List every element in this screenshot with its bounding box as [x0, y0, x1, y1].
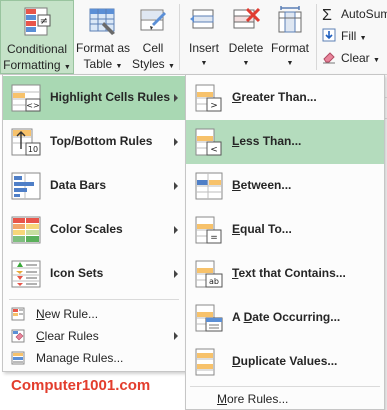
menu-item-clear-rules[interactable]: Clear Rules: [3, 325, 185, 347]
svg-text:ab: ab: [209, 277, 219, 286]
duplicate-values-icon: [195, 348, 215, 376]
format-dropdown-icon: ▼: [286, 60, 294, 67]
submenu-arrow-icon: [174, 138, 178, 146]
equal-to-icon: =: [195, 216, 222, 244]
svg-text:≠: ≠: [40, 16, 48, 27]
insert-button[interactable]: Insert ▼: [184, 0, 224, 74]
ribbon-separator: [179, 4, 180, 70]
dropdown-arrow-icon: ▼: [63, 64, 71, 71]
svg-text:10: 10: [28, 145, 38, 154]
cell-styles-label-2: Styles ▼: [132, 57, 175, 71]
format-as-table-label-1: Format as: [76, 41, 131, 55]
format-as-table-icon: [89, 8, 115, 35]
data-bars-icon: [11, 172, 41, 200]
submenu-arrow-icon: [174, 94, 178, 102]
new-rule-icon: [11, 307, 25, 321]
svg-text:<>: <>: [26, 101, 39, 110]
between-icon: [195, 172, 223, 200]
dropdown-arrow-icon: ▼: [373, 57, 380, 64]
autosum-icon: Σ: [322, 7, 332, 24]
dropdown-arrow-icon: ▼: [359, 35, 367, 42]
format-as-table-button[interactable]: Format as Table ▼: [76, 0, 130, 74]
menu-divider: [9, 299, 179, 300]
less-than-icon: <: [195, 128, 222, 156]
submenu-arrow-icon: [174, 226, 178, 234]
submenu-arrow-icon: [174, 332, 178, 340]
submenu-item-more-rules[interactable]: More Rules...: [186, 388, 384, 410]
menu-item-top-bottom-rules[interactable]: 10 Top/Bottom Rules: [3, 120, 185, 164]
format-as-table-label-2: Table ▼: [83, 57, 123, 71]
insert-cells-icon: [190, 9, 214, 29]
format-cells-icon: [278, 6, 302, 33]
svg-text:>: >: [210, 101, 218, 111]
date-occurring-icon: [195, 304, 223, 332]
cell-styles-icon: [140, 9, 166, 31]
highlight-cells-submenu: > Greater Than... < Less Than... Between…: [185, 74, 385, 410]
icon-sets-icon: [11, 260, 41, 288]
delete-button[interactable]: Delete ▼: [226, 0, 266, 74]
autosum-button[interactable]: Σ AutoSum: [322, 4, 387, 24]
submenu-item-date-occurring[interactable]: A Date Occurring...: [186, 296, 384, 340]
submenu-item-duplicate-values[interactable]: Duplicate Values...: [186, 340, 384, 384]
cell-styles-label-1: Cell: [142, 41, 164, 55]
menu-item-manage-rules[interactable]: Manage Rules...: [3, 347, 185, 369]
submenu-item-equal-to[interactable]: = Equal To...: [186, 208, 384, 252]
fill-down-icon: [322, 28, 336, 42]
delete-label: Delete: [228, 41, 264, 55]
submenu-item-less-than[interactable]: < Less Than...: [186, 120, 384, 164]
watermark-text: Computer1001.com: [11, 377, 151, 394]
format-button[interactable]: Format ▼: [268, 0, 312, 74]
menu-item-new-rule[interactable]: New Rule...: [3, 303, 185, 325]
ribbon: ≠ Conditional Formatting ▼ Format as Tab…: [0, 0, 387, 75]
insert-label: Insert: [188, 41, 219, 55]
svg-text:=: =: [210, 233, 218, 243]
conditional-formatting-label-1: Conditional: [6, 42, 68, 56]
manage-rules-icon: [11, 351, 25, 365]
highlight-cells-icon: <>: [11, 84, 41, 112]
fill-button[interactable]: Fill ▼: [322, 26, 367, 46]
submenu-arrow-icon: [174, 270, 178, 278]
cell-styles-button[interactable]: Cell Styles ▼: [132, 0, 175, 74]
conditional-formatting-menu: <> Highlight Cells Rules 10 Top/Bottom R…: [2, 74, 186, 372]
format-label: Format: [270, 41, 309, 55]
greater-than-icon: >: [195, 84, 222, 112]
color-scales-icon: [11, 216, 41, 244]
eraser-icon: [323, 52, 335, 64]
dropdown-arrow-icon: ▼: [168, 63, 175, 70]
submenu-item-between[interactable]: Between...: [186, 164, 384, 208]
svg-text:<: <: [210, 145, 218, 155]
insert-dropdown-icon: ▼: [200, 60, 208, 67]
menu-item-data-bars[interactable]: Data Bars: [3, 164, 185, 208]
submenu-item-greater-than[interactable]: > Greater Than...: [186, 76, 384, 120]
clear-rules-icon: [11, 329, 25, 343]
top-bottom-icon: 10: [11, 128, 41, 156]
menu-item-color-scales[interactable]: Color Scales: [3, 208, 185, 252]
text-contains-icon: ab: [195, 260, 223, 288]
ribbon-separator: [316, 4, 317, 70]
menu-item-icon-sets[interactable]: Icon Sets: [3, 252, 185, 296]
conditional-formatting-icon: ≠: [24, 7, 51, 36]
dropdown-arrow-icon: ▼: [115, 63, 123, 70]
delete-cells-icon: [233, 7, 261, 29]
delete-dropdown-icon: ▼: [242, 60, 250, 67]
clear-button[interactable]: Clear ▼: [322, 48, 380, 68]
menu-divider: [190, 386, 380, 387]
menu-item-highlight-cells-rules[interactable]: <> Highlight Cells Rules: [3, 76, 185, 120]
submenu-arrow-icon: [174, 182, 178, 190]
conditional-formatting-button[interactable]: ≠ Conditional Formatting ▼: [0, 0, 74, 74]
submenu-item-text-contains[interactable]: ab Text that Contains...: [186, 252, 384, 296]
